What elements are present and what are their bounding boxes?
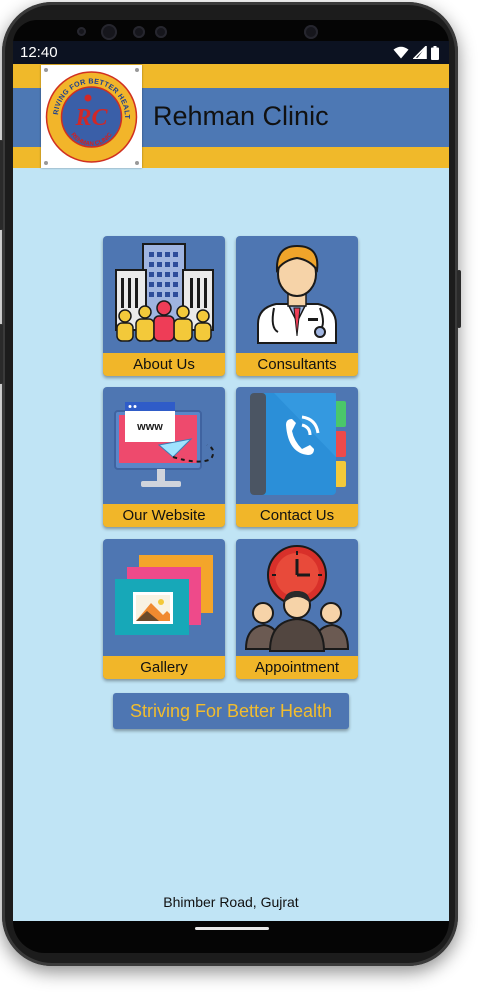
tile-label: Our Website <box>103 504 225 527</box>
doctor-icon <box>257 244 337 344</box>
tile-our-website[interactable]: www Our Website <box>103 387 225 527</box>
app-screen: 12:40 STRIVIN <box>13 41 449 921</box>
tile-label: Appointment <box>236 656 358 679</box>
bottom-bezel <box>13 921 449 953</box>
bixby-button <box>0 324 3 384</box>
tile-label: Contact Us <box>236 504 358 527</box>
gallery-icon <box>115 555 213 635</box>
battery-icon <box>431 45 439 60</box>
sensor-icon <box>77 27 86 36</box>
signal-icon <box>413 46 427 59</box>
logo-emblem-icon: STRIVING FOR BETTER HEALTH REHMAN CLINIC… <box>38 58 139 165</box>
clinic-logo: STRIVING FOR BETTER HEALTH REHMAN CLINIC… <box>38 58 142 168</box>
status-time: 12:40 <box>20 44 58 61</box>
tile-about-us[interactable]: About Us <box>103 236 225 376</box>
tile-contact-us[interactable]: Contact Us <box>236 387 358 527</box>
tile-label: Consultants <box>236 353 358 376</box>
phone-book-icon <box>250 393 346 495</box>
tile-label: Gallery <box>103 656 225 679</box>
website-monitor-icon: www <box>114 402 215 487</box>
footer-address: Bhimber Road, Gujrat <box>163 894 299 910</box>
home-indicator[interactable] <box>195 927 269 930</box>
tile-gallery[interactable]: Gallery <box>103 539 225 679</box>
app-title: Rehman Clinic <box>153 101 329 131</box>
front-camera-icon <box>304 25 318 39</box>
sensor-icon <box>155 26 167 38</box>
logo-monogram: RC <box>74 105 108 131</box>
wifi-icon <box>393 46 409 59</box>
building-people-icon <box>115 243 214 342</box>
sensor-icon <box>133 26 145 38</box>
tile-appointment[interactable]: Appointment <box>236 539 358 679</box>
svg-text:www: www <box>136 421 163 433</box>
tile-label: About Us <box>103 353 225 376</box>
tagline-button[interactable]: Striving For Better Health <box>113 693 349 729</box>
status-icons <box>393 45 439 60</box>
camera-icon <box>101 24 117 40</box>
tile-consultants[interactable]: Consultants <box>236 236 358 376</box>
status-bar: 12:40 <box>13 41 449 64</box>
volume-button <box>0 140 3 230</box>
power-button <box>457 270 461 328</box>
appointment-clock-icon <box>244 545 350 652</box>
